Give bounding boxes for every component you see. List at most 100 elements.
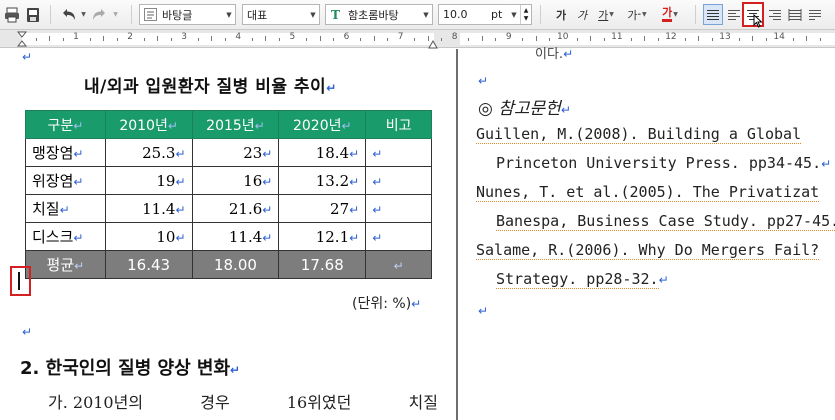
table-header-cell[interactable]: 2010년↵: [104, 110, 193, 139]
table-cell[interactable]: ↵: [365, 250, 432, 279]
font-color-button[interactable]: 가 ▼: [656, 4, 684, 25]
reference-line[interactable]: Banespa, Business Case Study. pp27-45.: [496, 212, 835, 231]
save-icon[interactable]: [24, 4, 42, 25]
first-indent-marker[interactable]: [16, 31, 28, 51]
ruler-number: 6: [343, 32, 350, 42]
undo-icon[interactable]: [58, 4, 78, 25]
data-table[interactable]: 구분↵ 2010년↵ 2015년↵ 2020년↵ 비고 맹장염↵ 25.3↵ 2…: [25, 110, 432, 279]
ruler-tick: [251, 38, 253, 41]
cell-text: 18.4: [315, 143, 350, 162]
table-cell[interactable]: 17.68: [278, 250, 367, 279]
strikethrough-button[interactable]: 가 - ▼: [624, 4, 650, 25]
reference-line[interactable]: Guillen, M.(2008). Building a Global: [476, 125, 802, 144]
section-heading-text: 2. 한국인의 질병 양상 변화: [20, 358, 231, 379]
ruler-tick: [522, 38, 524, 41]
reference-line[interactable]: Nunes, T. et al.(2005). The Privatizat: [476, 183, 820, 202]
reference-line[interactable]: Strategy. pp28-32.↵: [496, 270, 669, 289]
undo-dropdown-icon[interactable]: ▼: [78, 4, 88, 25]
table-cell[interactable]: 11.4↵: [191, 222, 280, 251]
reference-line[interactable]: Salame, R.(2006). Why Do Mergers Fail?: [476, 241, 820, 260]
ruler-tick: [278, 38, 280, 41]
section-heading[interactable]: 2. 한국인의 질병 양상 변화↵: [20, 354, 240, 380]
table-cell[interactable]: 19↵: [104, 166, 193, 195]
ruler-tick: [549, 38, 551, 41]
unit-dropdown-icon[interactable]: ▼: [508, 5, 520, 24]
reference-text: Nunes, T. et al.(2005). The Privatizat: [476, 183, 820, 202]
ruler-tick: [224, 38, 226, 41]
align-right-button[interactable]: [766, 4, 784, 25]
row-label-cell[interactable]: 맹장염↵: [25, 138, 106, 167]
row-label-cell[interactable]: 위장염↵: [25, 166, 106, 195]
row-label-cell[interactable]: 치질↵: [25, 194, 106, 223]
unit-note[interactable]: (단위: %)↵: [352, 293, 421, 313]
horizontal-ruler[interactable]: 1 2 3 4 5 6 7 8 9 10 11 12 13 14: [0, 30, 835, 51]
redo-dropdown-icon[interactable]: ▼: [110, 4, 120, 25]
paragraph-mark: ↵: [22, 325, 33, 339]
previous-text-fragment[interactable]: 이다.↵: [535, 43, 573, 62]
reference-line[interactable]: Princeton University Press. pp34-45.↵: [496, 154, 831, 172]
table-title-text: 내/외과 입원환자 질병 비율 추이: [84, 77, 327, 97]
paragraph-mark: ↵: [59, 203, 70, 217]
table-cell[interactable]: 25.3↵: [104, 138, 193, 167]
table-cell[interactable]: ↵: [365, 194, 432, 223]
header-label: 2020년: [292, 117, 342, 134]
style-icon: [143, 7, 158, 22]
ruler-tick: [116, 38, 118, 41]
ruler-number: 11: [611, 32, 623, 42]
ruler-tick: [441, 38, 443, 41]
table-header-cell[interactable]: 비고: [365, 110, 432, 139]
cell-text: 12.1: [315, 227, 350, 246]
ruler-tick: [306, 38, 308, 41]
font-size-field[interactable]: 10.0 pt ▼ ▲ ▼: [438, 4, 532, 25]
table-cell[interactable]: 18.00: [191, 250, 280, 279]
references-heading[interactable]: ◎ 참고문헌↵: [478, 94, 571, 119]
table-cell[interactable]: 23↵: [191, 138, 280, 167]
paragraph-mark: ↵: [22, 50, 33, 64]
table-cell[interactable]: 10↵: [104, 222, 193, 251]
style-select[interactable]: 바탕글 ▼: [139, 4, 236, 25]
table-cell[interactable]: ↵: [365, 166, 432, 195]
table-cell[interactable]: ↵: [365, 138, 432, 167]
cell-text: 위장염: [32, 172, 74, 190]
table-header-cell[interactable]: 구분↵: [25, 110, 106, 139]
body-text-line[interactable]: 가. 2010년의 경우 16위였던 치질: [48, 389, 438, 413]
table-header-cell[interactable]: 2020년↵: [278, 110, 367, 139]
row-label-cell[interactable]: 평균↵: [25, 250, 106, 279]
distribute-button[interactable]: [786, 4, 804, 25]
align-justify-button[interactable]: [703, 4, 723, 25]
mouse-pointer-icon: [752, 14, 764, 28]
table-cell[interactable]: 12.1↵: [278, 222, 367, 251]
paragraph-mark: ↵: [262, 230, 273, 245]
italic-button[interactable]: 가: [574, 4, 590, 25]
divide-button[interactable]: [806, 4, 824, 25]
paragraph-mark: ↵: [349, 174, 360, 189]
font-size-value[interactable]: 10.0: [439, 8, 489, 21]
table-cell[interactable]: 13.2↵: [278, 166, 367, 195]
body-word: 경우: [200, 393, 230, 412]
table-cell[interactable]: 16↵: [191, 166, 280, 195]
font-select[interactable]: T 함초롬바탕 ▼: [325, 4, 433, 25]
ruler-number: 10: [557, 32, 569, 42]
align-left-button[interactable]: [725, 4, 743, 25]
bold-button[interactable]: 가: [553, 4, 569, 25]
font-size-stepper[interactable]: ▲ ▼: [520, 5, 531, 24]
underline-button[interactable]: 가 ▼: [594, 4, 618, 25]
table-cell[interactable]: 27↵: [278, 194, 367, 223]
paragraph-mark: ↵: [175, 146, 186, 161]
table-cell[interactable]: 21.6↵: [191, 194, 280, 223]
table-cell[interactable]: 16.43: [104, 250, 193, 279]
paragraph-mark: ↵: [478, 74, 489, 88]
ruler-tick: [414, 38, 416, 41]
table-cell[interactable]: ↵: [365, 222, 432, 251]
redo-icon[interactable]: [90, 4, 110, 25]
cell-text: 21.6: [228, 199, 263, 218]
table-cell[interactable]: 18.4↵: [278, 138, 367, 167]
language-select[interactable]: 대표 ▼: [242, 4, 320, 25]
cell-text: 11.4: [142, 199, 176, 218]
table-cell[interactable]: 11.4↵: [104, 194, 193, 223]
row-label-cell[interactable]: 디스크↵: [25, 222, 106, 251]
table-title[interactable]: 내/외과 입원환자 질병 비율 추이↵: [84, 72, 337, 97]
table-header-cell[interactable]: 2015년↵: [191, 110, 280, 139]
print-icon[interactable]: [3, 4, 21, 25]
ruler-tick: [752, 36, 754, 41]
